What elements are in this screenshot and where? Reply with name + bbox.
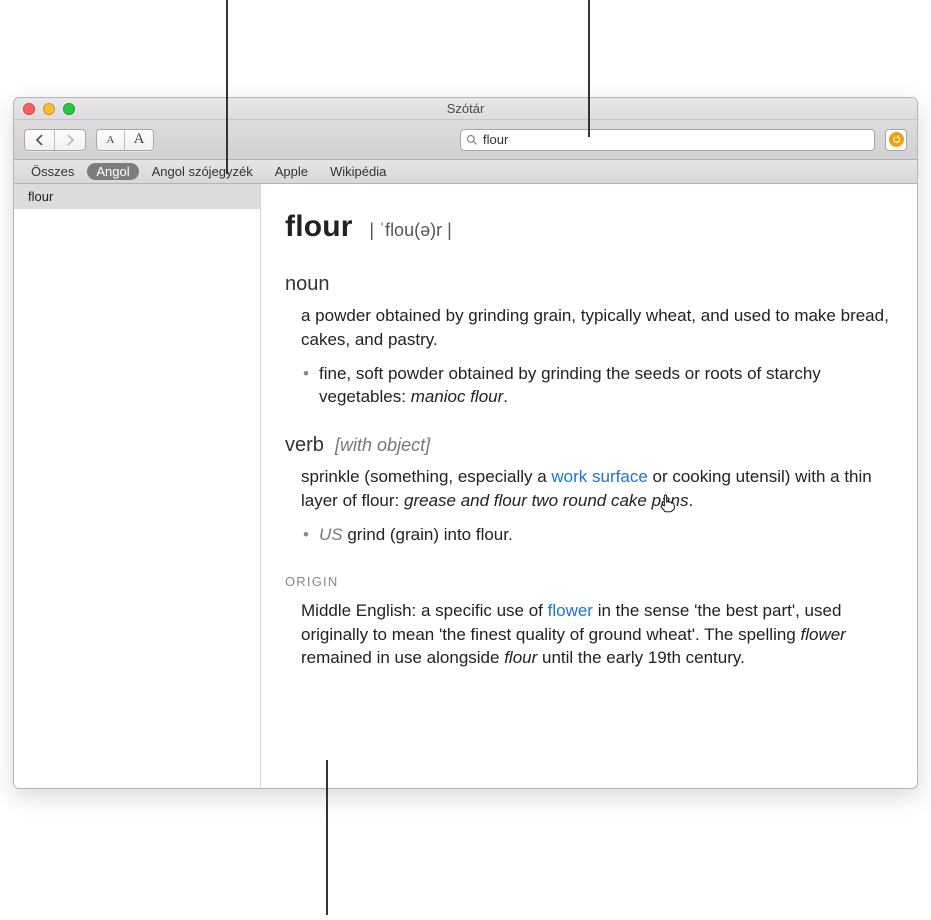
window-title: Szótár (14, 101, 917, 116)
callout-line-sources (226, 0, 228, 174)
chevron-right-icon (64, 134, 76, 146)
region-tag: US (319, 525, 343, 544)
noun-sub-text: fine, soft powder obtained by grinding t… (319, 364, 821, 407)
noun-sub-post: . (503, 387, 508, 406)
forward-button[interactable] (55, 130, 85, 150)
origin-ital1: flower (800, 625, 845, 644)
noun-definition: a powder obtained by grinding grain, typ… (301, 304, 893, 352)
verb-subsense: US grind (grain) into flour. (301, 523, 893, 547)
noun-sub-example: manioc flour (411, 387, 504, 406)
minimize-button[interactable] (43, 103, 55, 115)
origin-label: ORIGIN (285, 573, 893, 591)
origin-ital2: flour (504, 648, 537, 667)
noun-subsense: fine, soft powder obtained by grinding t… (301, 362, 893, 410)
results-sidebar: flour (14, 184, 261, 788)
font-size-group: A A (96, 129, 154, 151)
back-button[interactable] (25, 130, 55, 150)
origin-post: until the early 19th century. (537, 648, 745, 667)
noun-block: a powder obtained by grinding grain, typ… (285, 304, 893, 409)
headword: flour (285, 210, 353, 243)
pronunciation: | ˈflou(ə)r | (369, 220, 451, 240)
verb-note: [with object] (335, 435, 430, 455)
verb-definition: sprinkle (something, especially a work s… (301, 465, 893, 513)
verb-block: sprinkle (something, especially a work s… (285, 465, 893, 546)
search-icon (466, 134, 478, 146)
zoom-button[interactable] (63, 103, 75, 115)
callout-line-origin (326, 760, 328, 915)
search-field[interactable] (460, 129, 875, 151)
origin-mid2: remained in use alongside (301, 648, 504, 667)
body: flour flour | ˈflou(ə)r | noun a powder … (14, 184, 917, 788)
verb-label: verb (285, 434, 324, 456)
origin-text: Middle English: a specific use of flower… (285, 599, 893, 670)
snapback-button[interactable] (885, 129, 907, 151)
snapback-icon (889, 132, 904, 147)
chevron-left-icon (34, 134, 46, 146)
search-input[interactable] (483, 132, 869, 147)
font-larger-button[interactable]: A (125, 130, 153, 150)
source-tab-all[interactable]: Összes (22, 163, 83, 180)
source-tab-apple[interactable]: Apple (266, 163, 317, 180)
nav-group (24, 129, 86, 151)
callout-line-search (588, 0, 590, 137)
titlebar: Szótár (14, 98, 917, 120)
pos-verb: verb [with object] (285, 431, 893, 459)
pos-noun: noun (285, 270, 893, 298)
close-button[interactable] (23, 103, 35, 115)
xref-work-surface[interactable]: work surface (551, 467, 647, 486)
font-smaller-button[interactable]: A (97, 130, 125, 150)
xref-flower[interactable]: flower (548, 601, 593, 620)
traffic-lights (14, 103, 75, 115)
toolbar: A A (14, 120, 917, 160)
definition-pane: flour | ˈflou(ə)r | noun a powder obtain… (261, 184, 917, 788)
source-bar: Összes Angol Angol szójegyzék Apple Wiki… (14, 160, 917, 184)
verb-sub-text: grind (grain) into flour. (343, 525, 513, 544)
source-tab-english[interactable]: Angol (87, 163, 138, 180)
source-tab-thesaurus[interactable]: Angol szójegyzék (143, 163, 262, 180)
origin-pre: Middle English: a specific use of (301, 601, 548, 620)
verb-def-post: . (688, 491, 693, 510)
verb-example: grease and flour two round cake pans (404, 491, 688, 510)
result-item[interactable]: flour (14, 184, 260, 209)
verb-def-pre: sprinkle (something, especially a (301, 467, 551, 486)
source-tab-wikipedia[interactable]: Wikipédia (321, 163, 395, 180)
dictionary-window: Szótár A A Összes Angol Ango (13, 97, 918, 789)
